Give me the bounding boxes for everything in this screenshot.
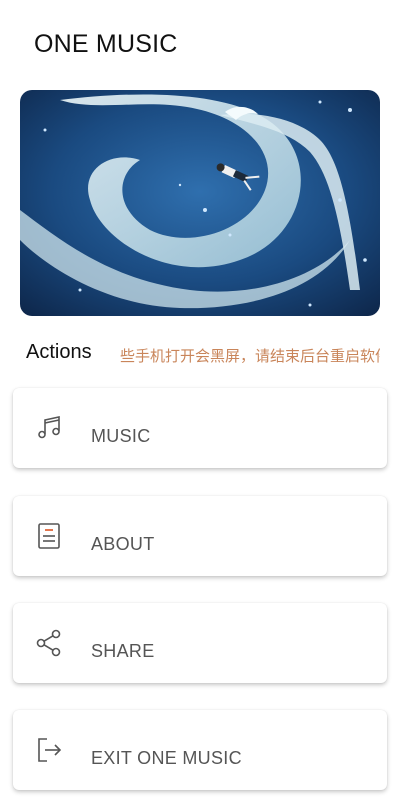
banner-image [20,90,380,316]
menu-card-about[interactable]: ABOUT [13,496,387,576]
screen: ONE MUSIC Actions 些手机打开会黑屏，请结束后台重启软件 MUS… [0,0,400,800]
menu-label-exit: EXIT ONE MUSIC [91,748,242,768]
phoenix-illustration [20,90,380,316]
menu-card-music[interactable]: MUSIC [13,388,387,468]
exit-icon [38,738,62,762]
music-note-icon [38,416,60,439]
menu-label-music: MUSIC [91,426,151,446]
actions-label: Actions [26,341,92,363]
menu-card-exit[interactable]: EXIT ONE MUSIC [13,710,387,790]
menu-label-share: SHARE [91,641,155,661]
app-title: ONE MUSIC [34,30,178,58]
menu-label-about: ABOUT [91,534,155,554]
share-icon [36,629,61,657]
document-icon [38,523,60,549]
menu-card-share[interactable]: SHARE [13,603,387,683]
marquee-notice: 些手机打开会黑屏，请结束后台重启软件 [120,347,380,365]
